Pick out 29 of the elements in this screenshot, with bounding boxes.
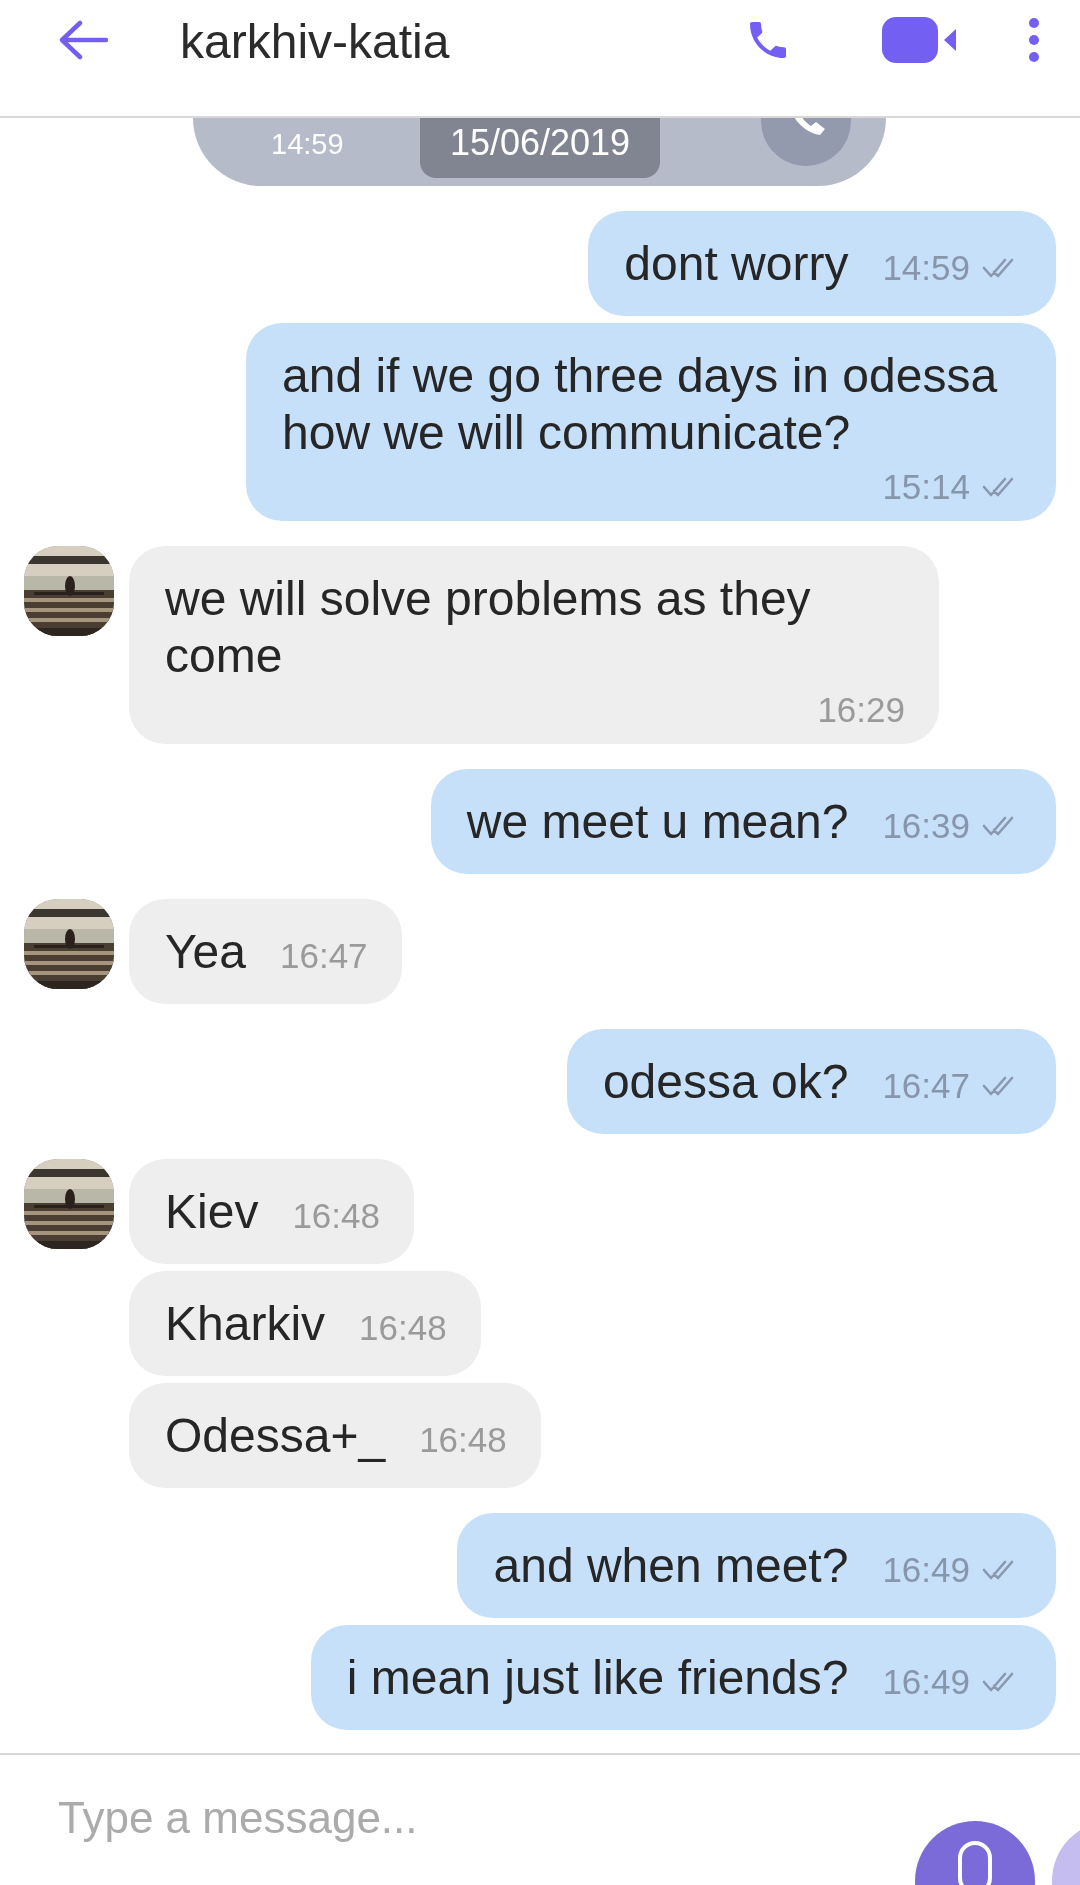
video-camera-icon[interactable]	[882, 17, 958, 63]
message-text: Kharkiv	[165, 1296, 326, 1352]
back-arrow-icon[interactable]	[58, 20, 108, 60]
message-text: we will solve problems as they come	[165, 571, 812, 684]
message-text: and when meet?	[493, 1538, 849, 1594]
message-text: Odessa+_	[165, 1408, 386, 1464]
message-text: Kiev	[165, 1184, 259, 1240]
message-time: 15:14	[882, 467, 970, 507]
message-time: 16:49	[882, 1550, 970, 1590]
message-time: 16:48	[419, 1420, 507, 1460]
message-time: 16:47	[882, 1066, 970, 1106]
message-time: 16:29	[817, 690, 905, 730]
message-text: Yea	[165, 924, 246, 980]
more-options-icon[interactable]	[1028, 18, 1040, 62]
message-text: dont worry	[624, 236, 849, 292]
date-chip: 15/06/2019	[420, 118, 660, 178]
message-text: i mean just like friends?	[346, 1650, 849, 1706]
message-time: 16:39	[882, 806, 970, 846]
message-time: 16:48	[292, 1196, 380, 1236]
message-input[interactable]: Type a message...	[58, 1793, 418, 1843]
chat-title: karkhiv-katia	[180, 13, 450, 69]
message-time: 14:59	[882, 248, 970, 288]
message-text: we meet u mean?	[466, 794, 849, 850]
message-time: 16:48	[359, 1308, 447, 1348]
call-time: 14:59	[271, 128, 344, 161]
message-time: 16:47	[280, 936, 368, 976]
message-text: odessa ok?	[602, 1054, 849, 1110]
message-text: and if we go three days in odessa how we will communicate?	[282, 348, 999, 461]
message-time: 16:49	[882, 1662, 970, 1702]
